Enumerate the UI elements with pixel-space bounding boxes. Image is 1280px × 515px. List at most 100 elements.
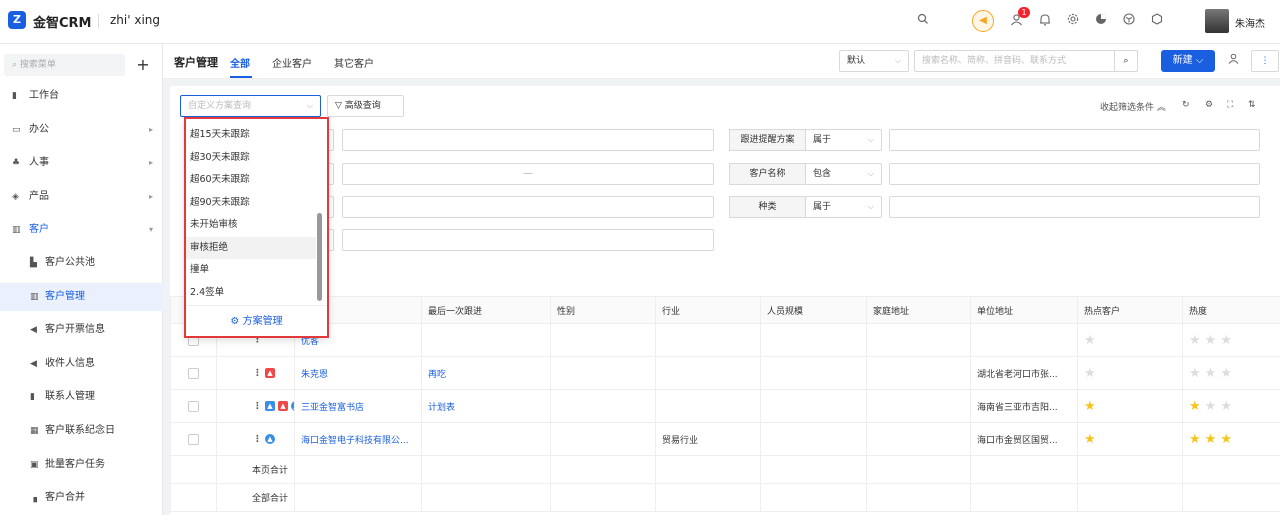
brand-name[interactable]: 金智CRM	[33, 12, 92, 31]
row-checkbox[interactable]	[188, 433, 199, 445]
bell-icon[interactable]	[1037, 13, 1053, 29]
tab-other[interactable]: 其它客户	[334, 55, 374, 70]
sidebar-item-1[interactable]: ▭ 办公 ▸	[0, 116, 163, 144]
tab-all[interactable]: 全部	[230, 55, 250, 70]
sidebar-item-3[interactable]: ◈ 产品 ▸	[0, 183, 163, 211]
column-header[interactable]: 单位地址	[970, 296, 1078, 324]
filter-op-select[interactable]: 属于 ⌵	[805, 129, 882, 151]
more-button[interactable]: ⋮	[1251, 50, 1279, 72]
filter-value-input[interactable]	[889, 129, 1260, 151]
star-icon[interactable]: ★	[1084, 333, 1096, 348]
table-row[interactable]: ⋮ 优客 ★ ★ ★ ★	[170, 323, 1280, 357]
column-header[interactable]: 性别	[550, 296, 656, 324]
star-icon[interactable]: ★	[1220, 399, 1232, 414]
user-icon[interactable]	[1225, 53, 1241, 69]
last-follow[interactable]: 计划表	[421, 389, 551, 423]
star-icon[interactable]: ★	[1205, 399, 1217, 414]
column-header[interactable]: 最后一次跟进	[421, 296, 551, 324]
customer-name[interactable]: 三亚金智富书店	[294, 389, 422, 423]
sidebar-subitem-1[interactable]: ▥ 客户管理	[0, 282, 163, 311]
menu-search-input[interactable]: ⌕ 搜索菜单	[4, 54, 125, 76]
settings-icon[interactable]: ⚙	[1205, 100, 1213, 110]
app-logo-icon[interactable]: Z	[8, 11, 26, 29]
sidebar-item-0[interactable]: ▮ 工作台	[0, 82, 163, 110]
filter-op-select[interactable]: 属于 ⌵	[805, 196, 882, 218]
scheme-option[interactable]: 超60天未跟踪	[186, 169, 316, 191]
customer-name[interactable]: 海口金智电子科技有限公...	[294, 422, 422, 456]
cube-icon[interactable]	[1121, 13, 1137, 29]
customer-name[interactable]: 朱克恩	[294, 356, 422, 390]
collapse-filter-button[interactable]: 收起筛选条件 ︽	[1100, 100, 1166, 113]
filter-value-input[interactable]	[889, 163, 1260, 185]
scheme-option[interactable]: 未开始审核	[186, 214, 316, 236]
row-checkbox-cell[interactable]	[170, 356, 217, 390]
sidebar-subitem-0[interactable]: ▙ 客户公共池	[0, 249, 163, 277]
star-icon[interactable]: ★	[1189, 333, 1201, 348]
star-icon[interactable]: ★	[1084, 366, 1096, 381]
star-icon[interactable]: ★	[1084, 399, 1096, 414]
star-icon[interactable]: ★	[1205, 432, 1217, 447]
search-input[interactable]: 搜索名称、简称、拼音码、联系方式	[914, 50, 1138, 72]
row-checkbox-cell[interactable]	[170, 389, 217, 423]
sidebar-item-2[interactable]: ♣ 人事 ▸	[0, 149, 163, 177]
filter-value-input[interactable]	[342, 229, 714, 251]
more-icon[interactable]: ⋮	[253, 401, 262, 411]
more-icon[interactable]: ⋮	[253, 368, 262, 378]
scheme-manage-button[interactable]: ⚙ 方案管理	[186, 305, 327, 336]
user-name[interactable]: 朱海杰	[1235, 15, 1265, 30]
scheme-option[interactable]: 超15天未跟踪	[186, 124, 316, 146]
column-header[interactable]: 家庭地址	[866, 296, 971, 324]
last-follow[interactable]	[421, 422, 551, 456]
star-icon[interactable]: ★	[1189, 366, 1201, 381]
column-header[interactable]: 热点客户	[1077, 296, 1183, 324]
sidebar-subitem-5[interactable]: ▦ 客户联系纪念日	[0, 417, 163, 445]
star-icon[interactable]: ★	[1220, 366, 1232, 381]
sidebar-subitem-7[interactable]: ▗ 客户合并	[0, 484, 163, 512]
sort-select[interactable]: 默认 ⌵	[839, 50, 909, 72]
advanced-query-button[interactable]: ▽ 高级查询	[327, 95, 404, 117]
package-icon[interactable]	[1149, 13, 1165, 29]
tenant-name[interactable]: zhi' xing	[110, 13, 160, 27]
new-button[interactable]: 新建 ⌵	[1161, 50, 1215, 72]
column-header[interactable]: 热度	[1182, 296, 1280, 324]
star-icon[interactable]: ★	[1189, 432, 1201, 447]
star-icon[interactable]: ★	[1220, 333, 1232, 348]
filter-value-input[interactable]	[889, 196, 1260, 218]
sidebar-subitem-2[interactable]: ◀ 客户开票信息	[0, 316, 163, 344]
tab-enterprise[interactable]: 企业客户	[272, 55, 312, 70]
scheme-option[interactable]: 超90天未跟踪	[186, 192, 316, 214]
scheme-option[interactable]: 撞单	[186, 259, 316, 281]
scheme-select[interactable]: 自定义方案查询 ⌵	[180, 95, 321, 117]
scheme-option[interactable]: 审核拒绝	[186, 236, 316, 259]
table-row[interactable]: ⋮ ▲ 海口金智电子科技有限公... 贸易行业 海口市金贸区国贸... ★ ★ ★ ★	[170, 422, 1280, 456]
table-row[interactable]: ⋮▲▲▲三亚金智富书店计划表海南省三亚市吉阳...★★★★	[170, 389, 1280, 423]
last-follow[interactable]	[421, 323, 551, 357]
column-header[interactable]: 行业	[655, 296, 761, 324]
star-icon[interactable]: ★	[1084, 432, 1096, 447]
row-checkbox-cell[interactable]	[170, 422, 217, 456]
star-icon[interactable]: ★	[1205, 333, 1217, 348]
range-input[interactable]: —	[342, 163, 714, 185]
add-button[interactable]: +	[132, 54, 154, 76]
filter-value-input[interactable]	[342, 129, 714, 151]
last-follow[interactable]: 再吃	[421, 356, 551, 390]
more-icon[interactable]: ⋮	[253, 434, 262, 444]
table-row[interactable]: ⋮ ▲ 朱克恩 再吃 湖北省老河口市张... ★ ★ ★ ★	[170, 356, 1280, 390]
sort-icon[interactable]: ⇅	[1248, 100, 1256, 110]
sidebar-subitem-4[interactable]: ▮ 联系人管理	[0, 383, 163, 411]
filter-value-input[interactable]	[342, 196, 714, 218]
pie-chart-icon[interactable]	[1093, 13, 1109, 29]
row-checkbox[interactable]	[188, 367, 199, 379]
sidebar-subitem-3[interactable]: ◀ 收件人信息	[0, 350, 163, 378]
search-button[interactable]: ⌕	[1114, 50, 1138, 72]
scheme-option[interactable]: 2.4签单	[186, 282, 316, 304]
star-icon[interactable]: ★	[1220, 432, 1232, 447]
search-icon[interactable]	[915, 13, 931, 29]
star-icon[interactable]: ★	[1205, 366, 1217, 381]
star-icon[interactable]: ★	[1189, 399, 1201, 414]
refresh-icon[interactable]: ↻	[1182, 100, 1190, 110]
scheme-option[interactable]: 超30天未跟踪	[186, 147, 316, 169]
announcement-icon[interactable]: ◀	[972, 10, 994, 32]
filter-op-select[interactable]: 包含 ⌵	[805, 163, 882, 185]
sidebar-item-4[interactable]: ▥ 客户 ▾	[0, 216, 163, 244]
